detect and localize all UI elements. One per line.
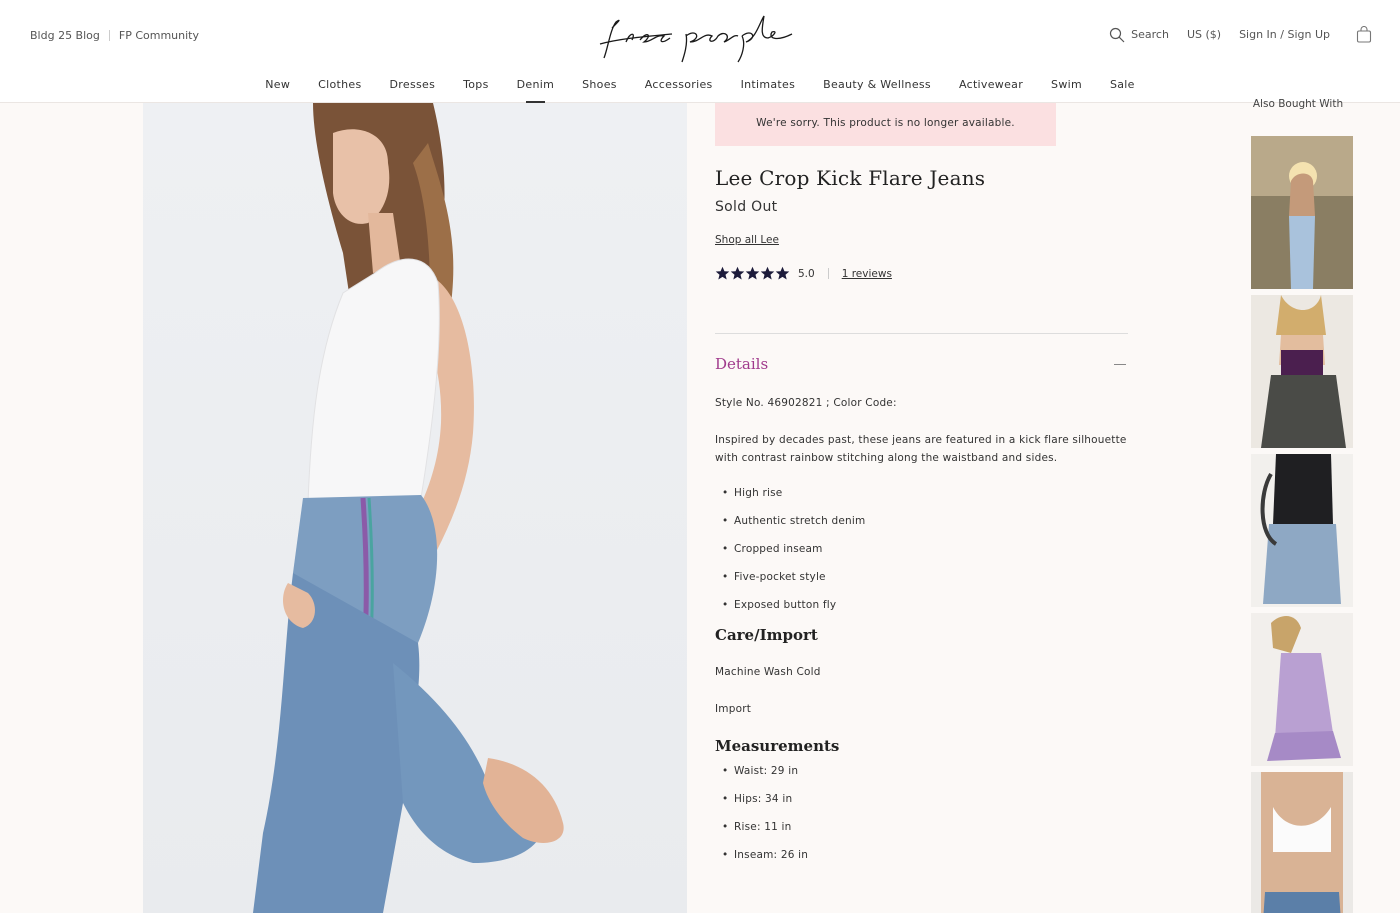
import-note: Import	[715, 703, 752, 715]
nav-activewear[interactable]: Activewear	[959, 76, 1023, 103]
nav-clothes[interactable]: Clothes	[318, 76, 361, 103]
list-item: High rise	[715, 486, 1128, 500]
product-photo	[253, 103, 564, 913]
also-bought-title: Also Bought With	[1252, 98, 1344, 110]
blog-link[interactable]: Bldg 25 Blog	[30, 29, 100, 42]
divider	[827, 268, 829, 279]
minus-icon[interactable]	[1114, 363, 1126, 365]
search-icon	[1110, 27, 1125, 42]
details-title: Details	[715, 355, 769, 373]
star-icon	[760, 266, 775, 280]
feature-list: High rise Authentic stretch denim Croppe…	[715, 486, 1128, 612]
nav-swim[interactable]: Swim	[1051, 76, 1082, 103]
also-bought-item[interactable]	[1251, 772, 1353, 913]
product-thumbnail	[1251, 136, 1353, 289]
utility-links-left: Bldg 25 Blog FP Community	[30, 29, 199, 42]
stock-status: Sold Out	[715, 199, 778, 215]
also-bought-item[interactable]	[1251, 295, 1353, 448]
product-thumbnail	[1251, 454, 1353, 607]
product-info: We're sorry. This product is no longer a…	[715, 103, 1128, 876]
divider	[108, 30, 110, 41]
product-title: Lee Crop Kick Flare Jeans	[715, 166, 986, 190]
list-item: Waist: 29 in	[715, 764, 1128, 778]
star-icon	[775, 266, 790, 280]
product-thumbnail	[1251, 295, 1353, 448]
measurements-list: Waist: 29 in Hips: 34 in Rise: 11 in Ins…	[715, 764, 1128, 862]
list-item: Five-pocket style	[715, 570, 1128, 584]
sign-in-link[interactable]: Sign In / Sign Up	[1239, 28, 1330, 41]
also-bought-item[interactable]	[1251, 136, 1353, 289]
style-number: Style No. 46902821 ; Color Code:	[715, 397, 897, 409]
nav-dresses[interactable]: Dresses	[390, 76, 436, 103]
also-bought-list	[1251, 136, 1353, 913]
main-nav: New Clothes Dresses Tops Denim Shoes Acc…	[0, 76, 1400, 103]
search-button[interactable]: Search	[1109, 27, 1169, 43]
nav-intimates[interactable]: Intimates	[741, 76, 796, 103]
also-bought-item[interactable]	[1251, 613, 1353, 766]
list-item: Inseam: 26 in	[715, 848, 1128, 862]
nav-tops[interactable]: Tops	[463, 76, 489, 103]
nav-new[interactable]: New	[265, 76, 290, 103]
product-thumbnail	[1251, 613, 1353, 766]
list-item: Exposed button fly	[715, 598, 1128, 612]
star-icon	[745, 266, 760, 280]
star-icon	[715, 266, 730, 280]
product-thumbnail	[1251, 772, 1353, 913]
list-item: Rise: 11 in	[715, 820, 1128, 834]
star-icon	[730, 266, 745, 280]
care-instruction: Machine Wash Cold	[715, 666, 821, 678]
nav-denim[interactable]: Denim	[517, 76, 554, 103]
currency-selector[interactable]: US ($)	[1187, 28, 1221, 41]
also-bought-rail: Also Bought With	[1251, 97, 1353, 913]
list-item: Authentic stretch denim	[715, 514, 1128, 528]
cart-button[interactable]	[1348, 26, 1372, 43]
search-label: Search	[1131, 28, 1169, 41]
site-header: Bldg 25 Blog FP Community Search US ($) …	[0, 0, 1400, 103]
product-image[interactable]	[143, 103, 687, 913]
rating-value: 5.0	[798, 267, 815, 280]
logo-mark	[599, 15, 793, 63]
logo[interactable]	[592, 8, 802, 64]
utility-links-right: Search US ($) Sign In / Sign Up	[1109, 26, 1372, 43]
nav-accessories[interactable]: Accessories	[645, 76, 713, 103]
list-item: Hips: 34 in	[715, 792, 1128, 806]
product-description: Inspired by decades past, these jeans ar…	[715, 434, 1127, 464]
details-accordion-header[interactable]: Details	[715, 355, 1128, 373]
shop-all-brand-link[interactable]: Shop all Lee	[715, 234, 779, 246]
also-bought-item[interactable]	[1251, 454, 1353, 607]
unavailable-alert: We're sorry. This product is no longer a…	[715, 103, 1056, 146]
nav-beauty-wellness[interactable]: Beauty & Wellness	[823, 76, 931, 103]
shopping-bag-icon	[1356, 26, 1372, 43]
community-link[interactable]: FP Community	[119, 29, 199, 42]
measurements-title: Measurements	[715, 737, 840, 755]
rating-summary: 5.0 1 reviews	[715, 266, 1128, 281]
list-item: Cropped inseam	[715, 542, 1128, 556]
care-title: Care/Import	[715, 626, 818, 644]
reviews-link[interactable]: 1 reviews	[842, 268, 892, 280]
star-rating[interactable]	[715, 266, 790, 281]
section-divider	[715, 333, 1128, 334]
nav-shoes[interactable]: Shoes	[582, 76, 617, 103]
nav-sale[interactable]: Sale	[1110, 76, 1135, 103]
